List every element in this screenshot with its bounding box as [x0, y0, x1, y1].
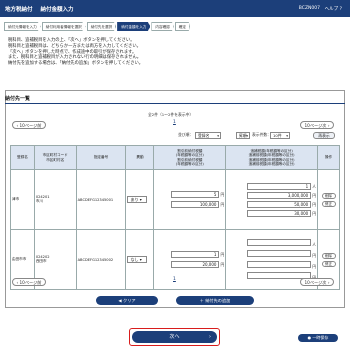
sort-field-select[interactable]: 登録名 ▾: [195, 132, 221, 139]
row-city: 市川: [35, 199, 44, 203]
row-name: 津市: [10, 169, 35, 230]
sort-order-select[interactable]: 昇順 ▾: [236, 132, 250, 139]
delete-button[interactable]: 削除: [321, 192, 336, 199]
pre-tax-input[interactable]: 5: [171, 191, 220, 198]
clear-button[interactable]: ◀ クリア: [96, 296, 158, 305]
col-header: 追補税額(年税額等の区分) 追補前税額(年税額等の区分) 追補前税額(年税額等の…: [225, 145, 318, 170]
per-page-select[interactable]: 10件 ▾: [270, 132, 290, 139]
panel-title: 納付先一覧: [5, 96, 31, 102]
table-row: 津市 024201 市川 ABCDEFG12345001 あり ▾ 5円 100,…: [10, 169, 340, 230]
step-2: 納付利用者情報を選択: [41, 22, 86, 31]
add-payee-button[interactable]: ＋ 納付先の追加: [176, 296, 254, 305]
page-number-current-bottom[interactable]: 1: [173, 277, 176, 282]
col-header: 登録名: [10, 145, 35, 170]
instructions: 税科目、追補税目を入力の上、「次へ」ボタンを押してください。 税科目と追補税目は…: [8, 38, 338, 67]
row-number: ABCDEFG12345001: [75, 169, 127, 230]
step-3: 納付先を選択: [86, 22, 117, 31]
reorder-button[interactable]: 再表示: [313, 132, 335, 139]
table-header-row: 登録名 市区町村コード 市区町村名 指定番号 異動 割引前納付税額 (年税額等の…: [10, 145, 340, 170]
pre-tax-input[interactable]: 1: [171, 251, 220, 258]
delete-button[interactable]: 削除: [321, 252, 336, 259]
page-title: 納付金額入力: [40, 6, 74, 13]
col-header: 異動: [125, 145, 155, 170]
col-header: 市区町村コード 市区町村名: [33, 145, 77, 170]
help-link[interactable]: ヘルプ ?: [325, 6, 342, 12]
panel-divider: [5, 103, 345, 104]
add-tax-input[interactable]: 3,000,000: [247, 191, 312, 199]
prev-10-pages-button-bottom[interactable]: ‹ 10ページ前: [12, 278, 46, 286]
col-header: 操作: [317, 145, 340, 170]
edit-button[interactable]: 修正: [321, 200, 336, 207]
add-tax-input[interactable]: 30,000: [247, 209, 312, 217]
next-10-pages-button-bottom[interactable]: 10ページ次 ›: [300, 278, 334, 286]
per-page-label: 表示件数：: [252, 132, 271, 137]
next-button[interactable]: 次へ ›: [132, 331, 217, 343]
add-tax-input[interactable]: 1: [247, 182, 312, 190]
step-1: 納付元情報を入力: [4, 22, 41, 31]
pre-tax-input[interactable]: 20,000: [171, 261, 220, 268]
row-city: 西田市: [35, 259, 47, 263]
col-header: 指定番号: [75, 145, 127, 170]
pre-tax-input[interactable]: 100,000: [171, 201, 220, 208]
col-header: 割引前納付税額 (年税額等の区分) 割引前納付税額 (年税額等の区分): [153, 145, 227, 170]
instruction-line: 納付先を追加する場合は、「納付先の追加」ボタンを押してください。: [8, 61, 144, 67]
add-tax-input[interactable]: [247, 249, 312, 257]
screen-code: BCZN007: [298, 6, 320, 11]
page-number-current[interactable]: 1: [173, 120, 176, 125]
row-number: ABCDEFG12345002: [75, 229, 127, 290]
page-header: 地方税納付 納付金額入力 BCZN007 ヘルプ ?: [0, 0, 350, 17]
sort-label: 並び順：: [178, 132, 194, 137]
edit-button[interactable]: 修正: [321, 260, 336, 267]
step-6: 確定: [174, 22, 190, 31]
step-indicator: 納付元情報を入力 納付利用者情報を選択 納付先を選択 納付金額を入力 内容確認 …: [4, 22, 191, 31]
idou-select[interactable]: なし ▾: [127, 256, 148, 263]
add-tax-input[interactable]: [247, 260, 312, 268]
idou-select[interactable]: あり ▾: [127, 196, 148, 203]
add-tax-input[interactable]: 50,000: [247, 200, 312, 208]
plus-icon: ＋: [199, 298, 204, 303]
clear-icon: ◀: [118, 298, 122, 303]
payee-table: 登録名 市区町村コード 市区町村名 指定番号 異動 割引前納付税額 (年税額等の…: [10, 145, 340, 290]
app-title: 地方税納付: [5, 6, 33, 13]
add-tax-input[interactable]: [247, 238, 312, 246]
chevron-right-icon: ›: [209, 334, 211, 340]
record-count: 全2件（1～2件を表示中）: [148, 112, 194, 117]
save-icon: ●: [307, 335, 312, 340]
step-4-current: 納付金額を入力: [117, 22, 151, 31]
step-5: 内容確認: [151, 22, 174, 31]
next-10-pages-button[interactable]: 10ページ次 ›: [300, 121, 334, 129]
prev-10-pages-button[interactable]: ‹ 10ページ前: [12, 121, 46, 129]
temp-save-button[interactable]: ● 一時保存: [298, 334, 338, 342]
